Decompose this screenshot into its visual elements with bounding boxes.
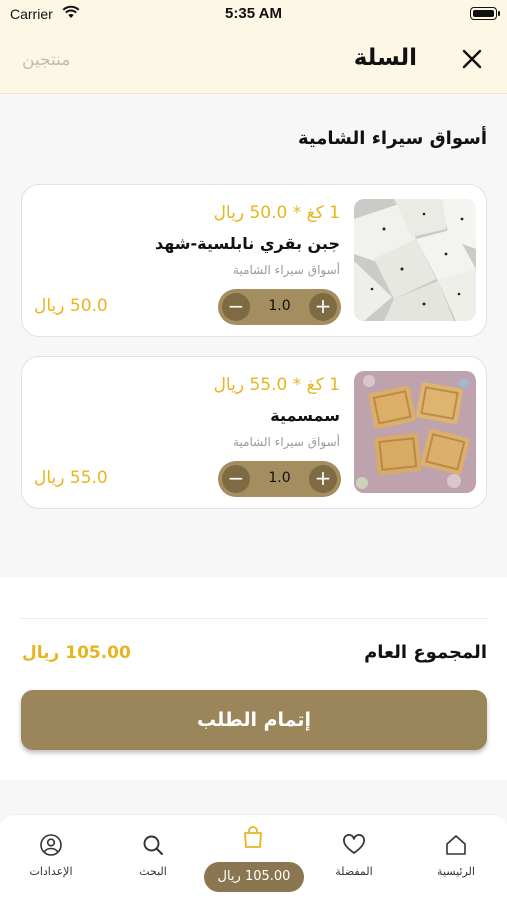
product-name: جبن بقري نابلسية-شهد (155, 234, 340, 253)
quantity-value: 1.0 (268, 298, 291, 314)
store-title: أسواق سيراء الشامية (298, 128, 487, 149)
tab-home[interactable]: الرئيسية (411, 815, 501, 900)
tab-search[interactable]: البحث (108, 815, 198, 900)
tab-favorites[interactable]: المفضلة (309, 815, 399, 900)
decrease-button[interactable]: − (222, 293, 250, 321)
quantity-stepper: − 1.0 + (218, 289, 341, 325)
home-icon (446, 835, 466, 855)
shopping-bag-icon (244, 826, 262, 848)
total-label: المجموع العام (364, 642, 487, 663)
order-summary: المجموع العام 105.00 ريال إتمام الطلب (0, 578, 507, 780)
search-icon (143, 835, 163, 855)
unit-price: 1 كغ * 55.0 ريال (213, 375, 340, 395)
unit-price: 1 كغ * 50.0 ريال (213, 203, 340, 223)
cart-total-badge[interactable]: 105.00 ريال (204, 862, 304, 892)
cart-item: 1 كغ * 50.0 ريال جبن بقري نابلسية-شهد أس… (21, 184, 487, 337)
close-icon[interactable] (459, 46, 485, 72)
divider (20, 618, 487, 619)
tab-home-label: الرئيسية (437, 865, 475, 878)
user-icon (40, 834, 62, 856)
product-store: أسواق سيراء الشامية (233, 263, 340, 277)
increase-button[interactable]: + (309, 293, 337, 321)
tab-search-label: البحث (139, 865, 167, 878)
clock: 5:35 AM (225, 5, 282, 22)
battery-icon (470, 7, 500, 20)
heart-icon (343, 834, 365, 854)
increase-button[interactable]: + (309, 465, 337, 493)
tab-favorites-label: المفضلة (335, 865, 373, 878)
total-value: 105.00 ريال (22, 643, 131, 663)
quantity-stepper: − 1.0 + (218, 461, 341, 497)
product-image-sesame (354, 371, 476, 493)
page-title: السلة (353, 45, 417, 71)
cart-item: 1 كغ * 55.0 ريال سمسمية أسواق سيراء الشا… (21, 356, 487, 509)
line-total: 50.0 ريال (34, 296, 108, 316)
line-total: 55.0 ريال (34, 468, 108, 488)
header: منتجين السلة (0, 30, 507, 94)
products-link[interactable]: منتجين (22, 50, 70, 70)
tab-settings[interactable]: الإعدادات (6, 815, 96, 900)
status-bar: Carrier 5:35 AM (0, 0, 507, 30)
product-name: سمسمية (270, 406, 340, 425)
tab-settings-label: الإعدادات (29, 865, 73, 878)
quantity-value: 1.0 (268, 470, 291, 486)
decrease-button[interactable]: − (222, 465, 250, 493)
checkout-button[interactable]: إتمام الطلب (21, 690, 487, 750)
product-store: أسواق سيراء الشامية (233, 435, 340, 449)
product-image-cheese (354, 199, 476, 321)
